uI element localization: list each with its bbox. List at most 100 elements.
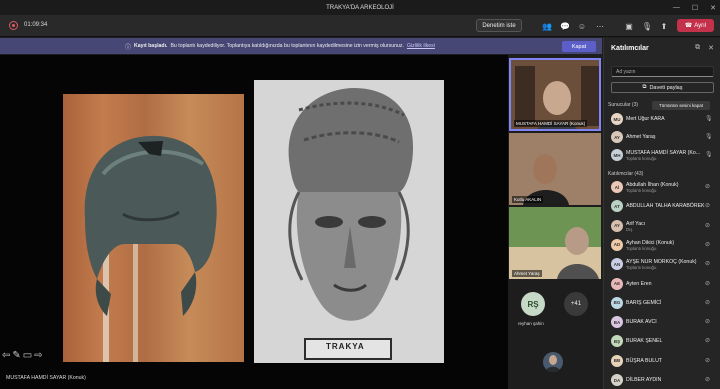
minimize-icon[interactable]: — (673, 4, 680, 11)
whiteboard-icon[interactable]: ▭ (23, 350, 32, 361)
participant-row[interactable]: BB BÜŞRA BULUT ⊘ (604, 353, 720, 370)
mic-off-icon[interactable]: ⊘ (705, 183, 710, 190)
participant-row[interactable]: MU Mert Uğur KARA 🎙 (604, 111, 720, 128)
avatar: AD (611, 238, 623, 251)
presenters-header[interactable]: Sunucular (3) (608, 102, 638, 108)
avatar: Aİ (611, 181, 623, 193)
participant-row[interactable]: BŞ BURAK ŞENEL ⊘ (604, 333, 720, 350)
participant-row[interactable]: DA DİLBER AYDIN ⊘ (604, 372, 720, 389)
popout-icon[interactable]: ⧉ (695, 44, 700, 52)
avatar[interactable]: RŞ (521, 292, 545, 316)
mic-off-icon[interactable]: ⊘ (705, 222, 710, 229)
avatar: BB (611, 354, 623, 367)
attendees-header[interactable]: Katılımcılar (43) (608, 171, 643, 177)
participant-role: Dış (626, 226, 633, 232)
close-window-icon[interactable]: ✕ (710, 4, 716, 12)
overflow-count[interactable]: +41 (564, 292, 588, 316)
share-icon: ⧉ (642, 84, 647, 90)
video-tile[interactable]: Kutlu AKALIN (509, 133, 601, 205)
share-label: Daveti paylaş (649, 84, 683, 91)
participant-role: Toplantı konuğu (626, 245, 657, 251)
tile-name: MUSTAFA HAMDİ SAYAR (Konuk) (514, 120, 588, 127)
participant-row[interactable]: AY Arif Yacı Dış ⊘ (604, 218, 720, 235)
mic-icon[interactable]: 🎙 (705, 151, 713, 158)
more-actions-icon[interactable]: ⋯ (593, 19, 607, 33)
participant-name: BURAK ŞENEL (626, 338, 663, 345)
chat-icon[interactable]: 💬 (558, 19, 572, 33)
banner-text: Bu toplantı kaydediliyor. Toplantıya kat… (170, 43, 404, 49)
annotation-tools: ⇦ ✎ ▭ ⇨ (2, 350, 43, 361)
arrow-left-icon[interactable]: ⇦ (2, 350, 10, 361)
maximize-icon[interactable]: ☐ (692, 4, 698, 12)
mic-off-icon[interactable]: ⊘ (705, 241, 710, 248)
participant-row[interactable]: AY Ahmet Yaraş 🎙 (604, 129, 720, 146)
title-bar: TRAKYA'DA ARKEOLOJİ — ☐ ✕ (0, 0, 720, 15)
mic-off-icon[interactable]: ⊘ (705, 376, 710, 383)
avatar: MH (611, 149, 623, 161)
shared-screen: TRAKYA ⇦ ✎ ▭ ⇨ MUSTAFA HAMDİ SAYAR (Konu… (0, 55, 508, 389)
participant-row[interactable]: AD Ayhan Dikici (Konuk) Toplantı konuğu ⊘ (604, 237, 720, 254)
participant-row[interactable]: AT ABDULLAH TALHA KARABÖREK ⊘ (604, 198, 720, 215)
participant-name: BURAK AVCI (626, 319, 657, 326)
participant-role: Toplantı konuğu (626, 188, 657, 193)
mic-off-icon[interactable]: ⊘ (705, 260, 710, 267)
avatar-name: reyhan şahin (518, 321, 544, 326)
self-view-avatar[interactable] (543, 352, 563, 372)
mute-all-button[interactable]: Tümünün sesini kapat (652, 101, 710, 110)
share-invite-button[interactable]: ⧉ Daveti paylaş (611, 82, 714, 93)
participant-name: BARIŞ GEMİCİ (626, 299, 662, 306)
mic-off-icon[interactable]: 🎙 (640, 19, 654, 33)
mic-icon[interactable]: 🎙 (705, 115, 713, 122)
avatar: BA (611, 316, 623, 329)
banner-close-button[interactable]: Kapat (562, 41, 596, 52)
pen-icon[interactable]: ✎ (12, 350, 20, 361)
mic-off-icon[interactable]: ⊘ (705, 202, 710, 209)
bronze-mask-photo: TRAKYA (254, 80, 444, 363)
avatar: AY (611, 131, 623, 143)
reactions-icon[interactable]: ☺ (575, 19, 589, 33)
presenter-label: MUSTAFA HAMDİ SAYAR (Konuk) (6, 375, 86, 381)
tile-name: Kutlu AKALIN (512, 196, 544, 203)
mic-off-icon[interactable]: ⊘ (705, 357, 710, 364)
mic-off-icon[interactable]: ⊘ (705, 280, 710, 287)
participants-panel: Katılımcılar ⧉ ✕ Ad yazın ⧉ Daveti payla… (603, 38, 720, 389)
recording-banner: ⓘ Kayıt başladı. Bu toplantı kaydediliyo… (0, 38, 602, 54)
avatar: AY (611, 219, 623, 232)
recording-icon (9, 21, 18, 30)
avatar: MU (611, 113, 623, 125)
participant-row[interactable]: AE Ayten Eren ⊘ (604, 276, 720, 293)
participants-icon[interactable]: 👥 (540, 19, 554, 33)
camera-off-icon[interactable]: ▣ (622, 19, 636, 33)
participant-row[interactable]: AN AYŞE NUR MORKOÇ (Konuk) Toplantı konuğu… (604, 256, 720, 273)
meeting-toolbar: 01:09:34 Denetim iste 👥 💬 ☺ ⋯ ▣ 🎙 ⬆ ☎ Ay… (0, 15, 720, 37)
avatar: AE (611, 277, 623, 290)
share-screen-icon[interactable]: ⬆ (657, 19, 671, 33)
overflow-label: +41 (570, 301, 582, 307)
video-tile[interactable]: Ahmet Yaraş (509, 207, 601, 279)
privacy-link[interactable]: Gizlilik ilkesi (407, 43, 435, 49)
mic-off-icon[interactable]: ⊘ (705, 337, 710, 344)
video-tile-presenter[interactable]: MUSTAFA HAMDİ SAYAR (Konuk) (509, 58, 601, 131)
search-input[interactable]: Ad yazın (611, 66, 714, 77)
close-panel-icon[interactable]: ✕ (708, 44, 714, 52)
participant-row[interactable]: BG BARIŞ GEMİCİ ⊘ (604, 295, 720, 312)
participant-row[interactable]: Aİ Abdullah İlhan (Konuk) Toplantı konuğu ⊘ (604, 179, 720, 196)
panel-controls: ⧉ ✕ (695, 44, 714, 52)
avatar-initials: RŞ (527, 299, 539, 309)
leave-button[interactable]: ☎ Ayrıl (677, 19, 714, 32)
plaque-text: TRAKYA (326, 342, 365, 351)
panel-title: Katılımcılar (611, 45, 649, 52)
video-tiles: MUSTAFA HAMDİ SAYAR (Konuk) Kutlu AKALIN… (508, 55, 602, 389)
participant-row[interactable]: MH MUSTAFA HAMDİ SAYAR (Ko... Toplantı kon… (604, 147, 720, 164)
participant-name: Ahmet Yaraş (626, 134, 656, 140)
mic-off-icon[interactable]: ⊘ (705, 299, 710, 306)
meeting-timer: 01:09:34 (24, 22, 48, 28)
info-icon: ⓘ (125, 44, 132, 51)
avatar: BŞ (611, 335, 623, 348)
participant-row[interactable]: BA BURAK AVCI ⊘ (604, 314, 720, 331)
mic-off-icon[interactable]: ⊘ (705, 318, 710, 325)
arrow-right-icon[interactable]: ⇨ (34, 350, 42, 361)
mic-icon[interactable]: 🎙 (705, 133, 713, 140)
request-control-button[interactable]: Denetim iste (476, 19, 522, 32)
leave-label: Ayrıl (694, 22, 707, 29)
